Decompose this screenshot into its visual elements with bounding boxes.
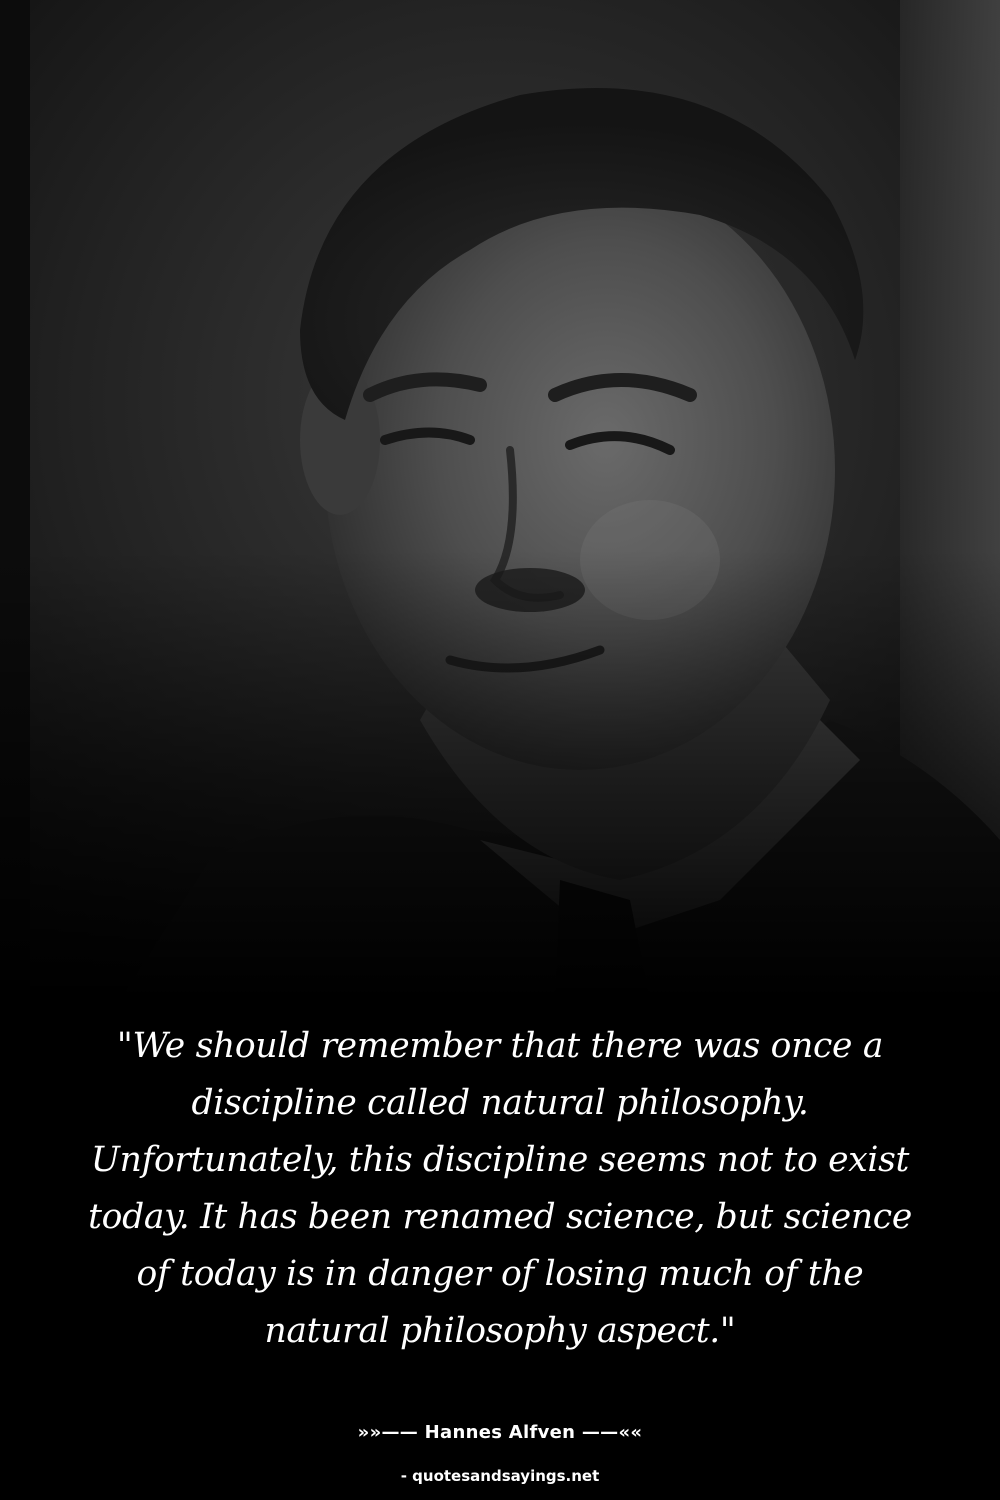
author-attribution: »»—— Hannes Alfven ——«« xyxy=(357,1422,643,1443)
quote-poster: "We should remember that there was once … xyxy=(0,0,1000,1500)
source-watermark: - quotesandsayings.net xyxy=(400,1467,600,1485)
quote-text: "We should remember that there was once … xyxy=(88,1026,912,1351)
photo-fade-overlay xyxy=(0,0,1000,1000)
